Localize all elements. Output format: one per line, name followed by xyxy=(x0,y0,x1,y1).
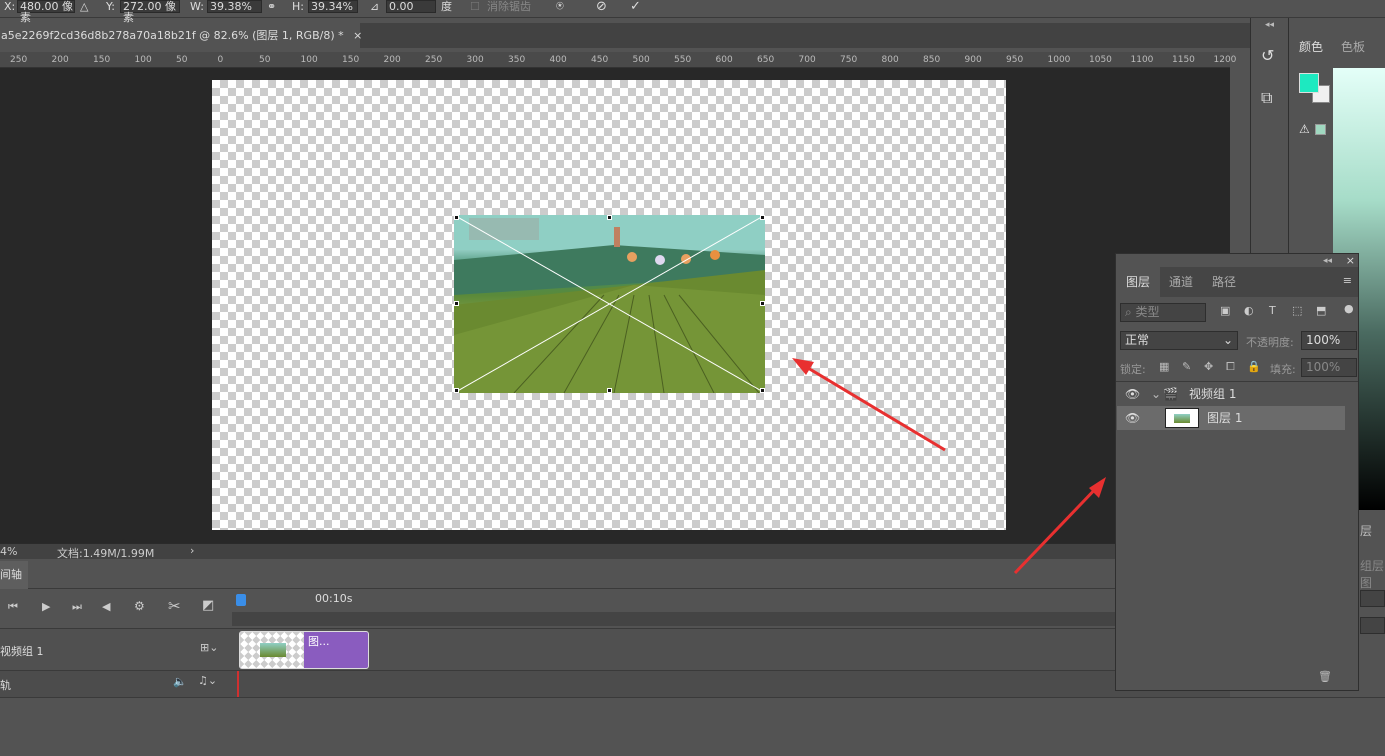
arrow-line-1 xyxy=(797,360,946,452)
arrow-head-1 xyxy=(792,358,814,375)
annotation-arrows xyxy=(792,358,1106,575)
arrow-line-2 xyxy=(1013,480,1104,575)
